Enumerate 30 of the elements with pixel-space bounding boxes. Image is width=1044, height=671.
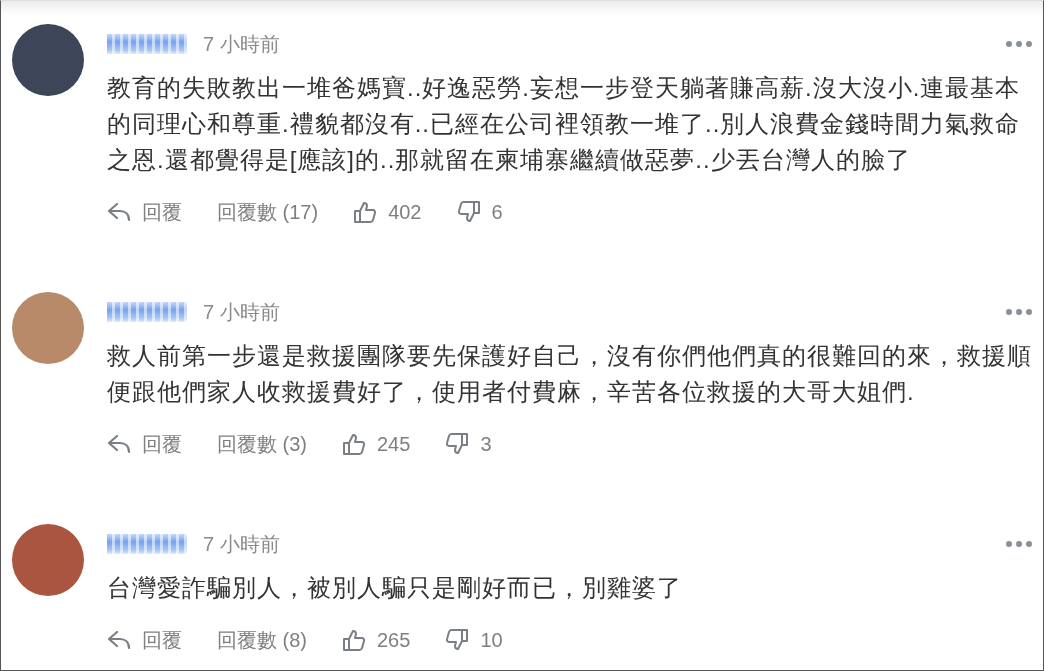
thumbs-down-icon bbox=[445, 628, 470, 652]
reply-count-button[interactable]: 回覆數 (3) bbox=[217, 430, 307, 458]
thumbs-up-icon bbox=[342, 628, 366, 652]
timestamp: 7 小時前 bbox=[203, 299, 280, 325]
reply-arrow-icon bbox=[107, 202, 131, 222]
reply-arrow-icon bbox=[107, 434, 131, 454]
timestamp: 7 小時前 bbox=[203, 531, 280, 557]
dislike-button[interactable]: 6 bbox=[456, 200, 503, 224]
dislike-button[interactable]: 3 bbox=[445, 432, 492, 456]
thumbs-down-icon bbox=[456, 200, 481, 224]
comment-text: 救人前第一步還是救援團隊要先保護好自己，沒有你們他們真的很難回的來，救援順便跟他們家人收救援費好了，使用者付費麻，辛苦各位救援的大哥大姐們. bbox=[107, 341, 1033, 407]
like-button[interactable]: 402 bbox=[353, 200, 422, 224]
dislike-button[interactable]: 10 bbox=[445, 628, 503, 652]
thumbs-up-icon bbox=[353, 200, 378, 224]
reply-button[interactable]: 回覆 bbox=[107, 198, 182, 226]
reply-count-button[interactable]: 回覆數 (17) bbox=[217, 198, 319, 226]
like-button[interactable]: 245 bbox=[342, 432, 411, 456]
reply-button[interactable]: 回覆 bbox=[107, 626, 182, 654]
comment-text: 台灣愛詐騙別人，被別人騙只是剛好而已，別雞婆了 bbox=[107, 573, 683, 603]
comment-text: 教育的失敗教出一堆爸媽寶..好逸惡勞.妄想一步登天躺著賺高薪.沒大沒小.連最基本的同理心和尊重.禮貌都沒有..已經在公司裡領教一堆了..別人浪費金錢時間力氣救命之恩.還都覺得是[應該]的..那就留在柬埔寨繼續做惡夢..少丟台灣人的臉了 bbox=[107, 73, 1022, 175]
thumbs-down-icon bbox=[445, 432, 470, 456]
more-options-icon[interactable] bbox=[1006, 41, 1032, 47]
thumbs-up-icon bbox=[342, 432, 366, 456]
more-options-icon[interactable] bbox=[1006, 309, 1032, 315]
timestamp: 7 小時前 bbox=[203, 31, 280, 57]
reply-button[interactable]: 回覆 bbox=[107, 430, 182, 458]
reply-count-button[interactable]: 回覆數 (8) bbox=[217, 626, 307, 654]
more-options-icon[interactable] bbox=[1006, 541, 1032, 547]
like-button[interactable]: 265 bbox=[342, 628, 411, 652]
reply-arrow-icon bbox=[107, 630, 131, 650]
